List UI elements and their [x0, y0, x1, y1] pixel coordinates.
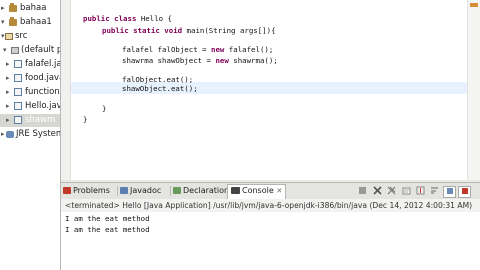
tree-item-label: falafel.ja [25, 59, 61, 69]
editor-gutter [61, 0, 71, 180]
keyword: public class [83, 14, 137, 23]
console-line: I am the eat method [65, 225, 150, 234]
tree-item-java-file[interactable]: ▸ food.java [0, 72, 60, 85]
tree-item-java-file[interactable]: ▸ falafel.ja [0, 58, 60, 71]
collapse-arrow-icon[interactable]: ▸ [6, 100, 13, 113]
java-file-icon [14, 60, 22, 68]
console-output[interactable]: I am the eat method I am the eat method [61, 212, 480, 270]
javadoc-icon [120, 187, 128, 194]
project-icon [9, 3, 17, 12]
java-file-icon [14, 74, 22, 82]
collapse-arrow-icon[interactable]: ▸ [6, 86, 13, 99]
expand-arrow-icon[interactable]: ▾ [3, 44, 10, 57]
tree-item-label: food.java [25, 73, 61, 83]
remove-all-icon[interactable] [386, 186, 397, 196]
code-line-current: shawObject.eat(); [122, 84, 198, 93]
tree-item-java-file[interactable]: ▸ Hello.jav [0, 100, 60, 113]
tab-console[interactable]: Console ✕ [227, 184, 287, 199]
scroll-lock-icon[interactable] [415, 186, 426, 196]
terminate-icon[interactable] [357, 186, 368, 196]
collapse-arrow-icon[interactable]: ▸ [6, 114, 13, 127]
tab-separator [117, 186, 118, 196]
tree-item-label: bahaa1 [20, 17, 52, 27]
keyword: public static void [102, 26, 183, 35]
tree-item-label: function [25, 87, 60, 97]
tab-label: Declaration [183, 186, 230, 195]
code-line: shawrma shawObject = new shawrma(); [122, 55, 278, 66]
overview-ruler[interactable] [467, 0, 480, 180]
tree-item-label: shawm [25, 115, 56, 125]
remove-launch-icon[interactable] [372, 186, 383, 196]
tab-label: Javadoc [130, 186, 162, 195]
tree-item-project[interactable]: ▸ bahaa [0, 2, 60, 15]
code-line: falafel falObject = new falafel(); [122, 44, 273, 55]
tab-label: Problems [73, 186, 110, 195]
code-text: falafel falObject = [122, 45, 211, 54]
tab-separator [170, 186, 171, 196]
eclipse-window: ▸ bahaa ▾ bahaa1 ▾ src ▾ (default p ▸ fa… [0, 0, 480, 270]
tab-problems[interactable]: Problems [63, 185, 110, 197]
code-text: Hello { [136, 14, 173, 23]
console-icon [231, 187, 240, 194]
code-editor[interactable]: public class Hello { public static void … [61, 0, 480, 180]
package-icon [11, 47, 19, 54]
tree-item-label: bahaa [20, 3, 47, 13]
java-file-icon [14, 116, 22, 124]
pin-console-icon[interactable] [443, 186, 456, 198]
views-tab-bar: Problems Javadoc Declaration Console ✕ [61, 182, 480, 200]
clear-console-icon[interactable] [401, 186, 412, 196]
tree-item-label: Hello.jav [25, 101, 61, 111]
keyword: new [215, 56, 229, 65]
console-title: <terminated> Hello [Java Application] /u… [61, 199, 480, 212]
expand-arrow-icon[interactable]: ▾ [1, 16, 8, 29]
tree-item-source-folder[interactable]: ▾ src [0, 30, 60, 43]
declaration-icon [173, 187, 181, 194]
tree-item-java-file[interactable]: ▸ function [0, 86, 60, 99]
project-icon [9, 17, 17, 26]
code-text: main(String args[]){ [182, 26, 276, 35]
code-line: public class Hello { [83, 13, 172, 24]
source-folder-icon [5, 33, 13, 40]
collapse-arrow-icon[interactable]: ▸ [6, 58, 13, 71]
package-explorer[interactable]: ▸ bahaa ▾ bahaa1 ▾ src ▾ (default p ▸ fa… [0, 0, 61, 270]
display-console-icon[interactable] [458, 186, 471, 198]
tree-item-project[interactable]: ▾ bahaa1 [0, 16, 60, 29]
tree-item-label: JRE System [16, 129, 61, 139]
collapse-arrow-icon[interactable]: ▸ [1, 2, 8, 15]
code-text: falafel(); [224, 45, 274, 54]
keyword: new [211, 45, 225, 54]
problems-icon [63, 187, 71, 194]
tree-item-package[interactable]: ▾ (default p [0, 44, 60, 57]
close-icon[interactable]: ✕ [276, 187, 282, 195]
code-line: } [83, 115, 88, 124]
tab-declaration[interactable]: Declaration [173, 185, 229, 197]
console-status-text: <terminated> Hello [Java Application] /u… [65, 201, 473, 210]
java-file-icon [14, 102, 22, 110]
word-wrap-icon[interactable] [429, 186, 440, 196]
tab-label: Console [242, 186, 274, 195]
java-file-icon [14, 88, 22, 96]
code-text: shawrma(); [228, 56, 278, 65]
console-line: I am the eat method [65, 214, 150, 223]
code-line: public static void main(String args[]){ [102, 25, 276, 36]
code-text: shawrma shawObject = [122, 56, 216, 65]
tree-item-label: (default p [21, 45, 61, 55]
collapse-arrow-icon[interactable]: ▸ [6, 72, 13, 85]
tree-item-library[interactable]: ▸ JRE System [0, 128, 60, 141]
tab-javadoc[interactable]: Javadoc [120, 185, 161, 197]
code-line: } [102, 104, 107, 113]
tree-item-java-file-selected[interactable]: ▸ shawm [0, 114, 60, 127]
library-icon [6, 131, 14, 138]
warning-marker-icon[interactable] [470, 3, 478, 7]
tree-item-label: src [15, 31, 28, 41]
